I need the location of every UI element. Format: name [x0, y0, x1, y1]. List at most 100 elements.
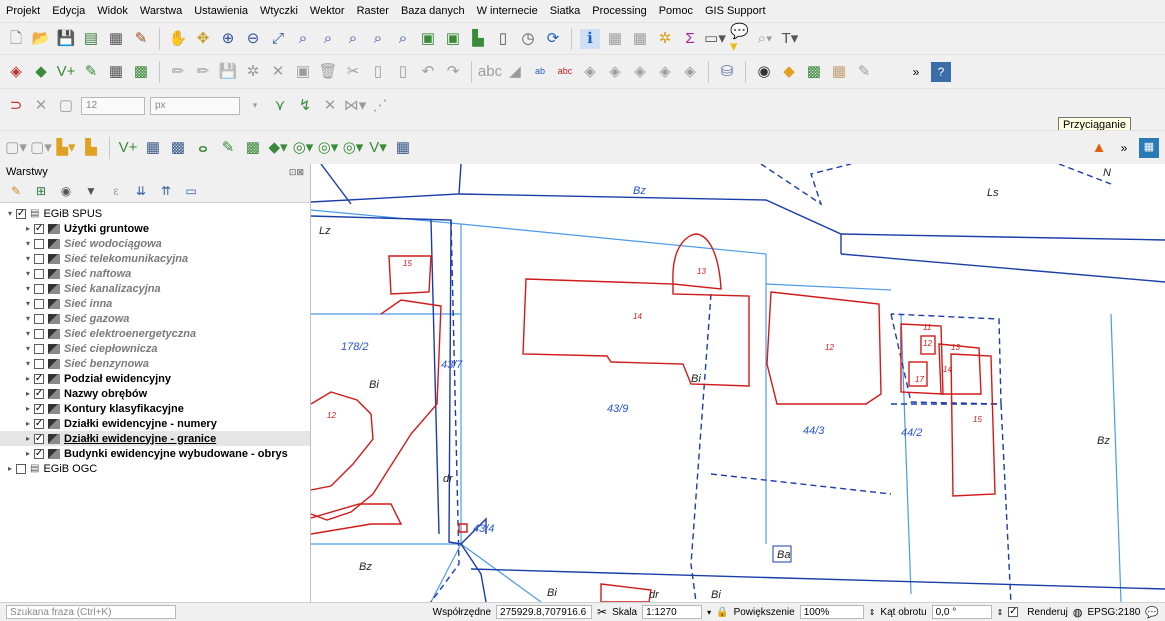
layer-item-selected[interactable]: ▸ ✓ Działki ewidencyjne - granice	[0, 431, 310, 446]
expand-arrow-icon[interactable]: ▸	[22, 374, 34, 383]
layer-group[interactable]: ▸ ▤ EGiB OGC	[0, 461, 310, 476]
raster-tiles-icon[interactable]: ▩	[168, 138, 188, 158]
redo-icon[interactable]: ↷	[443, 62, 463, 82]
new-3d-view-icon[interactable]: ▣	[443, 29, 463, 49]
scale-field[interactable]: 1:1270	[642, 605, 703, 619]
layer-checkbox[interactable]: ✓	[34, 418, 44, 429]
table-plugin-icon[interactable]: ▦	[393, 138, 413, 158]
text-annotation-icon[interactable]: ⌕▾	[755, 29, 775, 49]
coordinate-field[interactable]: 275929.8,707916.6	[496, 605, 593, 619]
layer-item[interactable]: ▸ ✓ Użytki gruntowe	[0, 221, 310, 236]
snapping-type-icon[interactable]: ✕	[31, 96, 51, 116]
globe-add-icon[interactable]: ◎▾	[318, 138, 339, 158]
vector-plugin-icon[interactable]: ◆▾	[268, 138, 288, 158]
pan-to-selection-icon[interactable]: ✥	[193, 29, 213, 49]
menu-pomoc[interactable]: Pomoc	[653, 5, 699, 17]
filter-legend-icon[interactable]: ▼	[81, 181, 101, 201]
manage-visibility-icon[interactable]: ◉	[56, 181, 76, 201]
menu-raster[interactable]: Raster	[351, 5, 395, 17]
paste-icon[interactable]: ▯	[393, 62, 413, 82]
menu-projekt[interactable]: Projekt	[0, 5, 46, 17]
identify-icon[interactable]: ℹ	[580, 28, 600, 49]
layer-checkbox[interactable]	[16, 463, 26, 474]
add-raster-icon[interactable]: ▩	[131, 62, 151, 82]
layer-item[interactable]: ▾ Sieć inna	[0, 296, 310, 311]
collapse-all-icon[interactable]: ⇈	[156, 181, 176, 201]
locator-search-input[interactable]: Szukana fraza (Ctrl+K)	[6, 605, 176, 619]
data-source-manager-icon[interactable]: ◈	[6, 62, 26, 82]
copy-icon[interactable]: ▯	[368, 62, 388, 82]
layer-checkbox[interactable]: ✓	[34, 223, 44, 234]
vertex-tool-icon[interactable]: ✕	[268, 62, 288, 82]
snapping-unit-select[interactable]: px	[150, 96, 240, 115]
show-hide-label-icon[interactable]: ◈	[605, 62, 625, 82]
messages-icon[interactable]: 💬	[1145, 606, 1159, 619]
globe-edit-icon[interactable]: ◎▾	[343, 138, 364, 158]
label-toolbar-icon[interactable]: abc	[478, 62, 502, 82]
add-group-icon[interactable]: ⊞	[31, 181, 51, 201]
zoom-out-icon[interactable]: ⊖	[243, 29, 263, 49]
menu-edycja[interactable]: Edycja	[46, 5, 91, 17]
plugin-layer-add-icon[interactable]: ▙	[81, 138, 101, 158]
expand-all-icon[interactable]: ⇊	[131, 181, 151, 201]
cut-icon[interactable]: ✂	[343, 62, 363, 82]
layer-item[interactable]: ▾ Sieć elektroenergetyczna	[0, 326, 310, 341]
layer-item[interactable]: ▾ Sieć kanalizacyjna	[0, 281, 310, 296]
menu-wektor[interactable]: Wektor	[304, 5, 351, 17]
map-svg[interactable]: Bz Lz N Ls 178/2 43/7 Bi Bi 43/9 44/3 44…	[311, 164, 1165, 602]
collapse-arrow-icon[interactable]: ▾	[22, 314, 34, 323]
save-edits-icon[interactable]: 💾	[218, 62, 238, 82]
layer-checkbox[interactable]	[34, 298, 44, 309]
change-label-icon[interactable]: ◈	[680, 62, 700, 82]
menu-processing[interactable]: Processing	[586, 5, 652, 17]
select-feature-icon[interactable]: ▢▾	[5, 138, 27, 158]
layer-item[interactable]: ▾ Sieć naftowa	[0, 266, 310, 281]
panel-close-icon[interactable]: ⊡⊠	[289, 167, 304, 178]
layer-item[interactable]: ▸ ✓ Budynki ewidencyjne wybudowane - obrys	[0, 446, 310, 461]
zoom-full-icon[interactable]: ⤢	[268, 29, 288, 49]
measure-icon[interactable]: ▭▾	[704, 29, 726, 49]
processing-toolbox-icon[interactable]: ✲	[655, 29, 675, 49]
self-snapping-icon[interactable]: ⋰	[370, 96, 390, 116]
plugin-map-icon[interactable]: ▩	[804, 62, 824, 82]
add-point-layer-icon[interactable]: V+	[56, 62, 76, 82]
python-plugin-icon[interactable]: ⴰ	[193, 138, 213, 158]
zoom-last-icon[interactable]: ⌕	[368, 29, 388, 49]
db-manager-icon[interactable]: ⛁	[717, 62, 737, 82]
open-project-icon[interactable]: 📂	[31, 29, 51, 49]
refresh-icon[interactable]: ⟳	[543, 29, 563, 49]
rotate-label-icon[interactable]: ◈	[655, 62, 675, 82]
scale-dropdown-icon[interactable]: ▾	[707, 608, 711, 617]
bookmark-new-icon[interactable]: ▙	[468, 29, 488, 49]
layer-group[interactable]: ▾ ✓ ▤ EGiB SPUS	[0, 206, 310, 221]
layer-item[interactable]: ▾ Sieć ciepłownicza	[0, 341, 310, 356]
zoom-native-icon[interactable]: ⌕	[343, 29, 363, 49]
layout-manager-icon[interactable]: ▦	[106, 29, 126, 49]
lock-scale-icon[interactable]: 🔒	[716, 607, 728, 618]
layer-checkbox[interactable]: ✓	[34, 448, 44, 459]
layer-labeling-icon[interactable]: ab	[530, 62, 550, 82]
zoom-layer-icon[interactable]: ⌕	[318, 29, 338, 49]
undo-icon[interactable]: ↶	[418, 62, 438, 82]
render-checkbox[interactable]: ✓	[1008, 607, 1019, 617]
snapping-tolerance-input[interactable]: 12	[81, 96, 145, 115]
menu-warstwa[interactable]: Warstwa	[134, 5, 188, 17]
remove-layer-icon[interactable]: ▭	[181, 181, 201, 201]
layer-checkbox[interactable]	[34, 328, 44, 339]
zoom-selection-icon[interactable]: ⌕	[293, 29, 313, 49]
layer-checkbox[interactable]: ✓	[16, 208, 26, 219]
collapse-arrow-icon[interactable]: ▾	[22, 284, 34, 293]
layer-style-icon[interactable]: ✎	[6, 181, 26, 201]
move-label-icon[interactable]: ◈	[630, 62, 650, 82]
help-icon[interactable]: ?	[931, 61, 951, 82]
menu-siatka[interactable]: Siatka	[544, 5, 587, 17]
menu-wtyczki[interactable]: Wtyczki	[254, 5, 304, 17]
collapse-arrow-icon[interactable]: ▾	[4, 209, 16, 218]
edit-pencil-icon[interactable]: ✏	[168, 62, 188, 82]
expand-arrow-icon[interactable]: ▸	[22, 419, 34, 428]
layer-checkbox[interactable]: ✓	[34, 433, 44, 444]
collapse-arrow-icon[interactable]: ▾	[22, 344, 34, 353]
expand-arrow-icon[interactable]: ▸	[22, 404, 34, 413]
layer-checkbox[interactable]: ✓	[34, 373, 44, 384]
layer-item[interactable]: ▾ Sieć wodociągowa	[0, 236, 310, 251]
